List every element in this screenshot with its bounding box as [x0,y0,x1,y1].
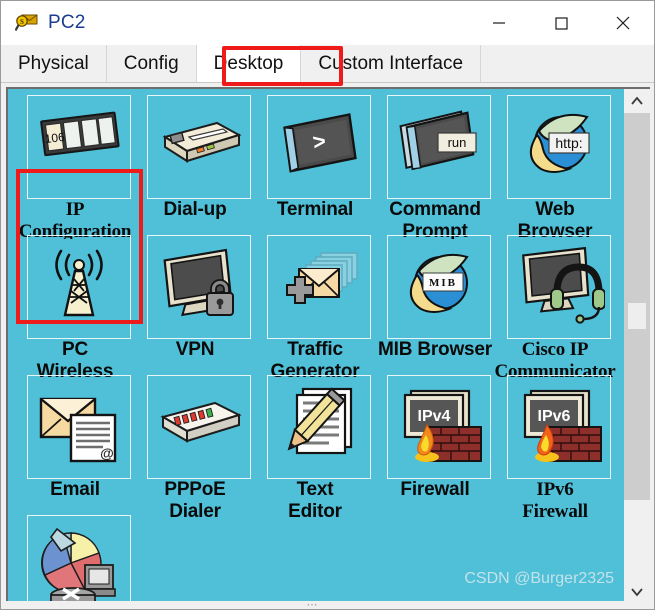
desktop-icon-pppoe-dialer[interactable]: PPPoE Dialer [143,375,263,519]
dial-up-modem-icon [147,95,251,199]
close-button[interactable] [592,1,654,45]
desktop-icon-mib-browser[interactable]: MIB MIB Browser [378,235,503,375]
window-title: PC2 [48,12,86,33]
desktop-icon-text-editor[interactable]: Text Editor [263,375,383,519]
packet-tracer-envelope-icon: S [14,11,39,35]
svg-text:S: S [20,18,24,26]
desktop-icon-ipv6-firewall[interactable]: IPv6 IPv6 Firewall [503,375,623,519]
desktop-icon-area: 106 IP Configuration Dial-up > Terminal … [6,87,624,606]
svg-text:@: @ [100,445,114,461]
tab-desktop[interactable]: Desktop [196,45,302,82]
desktop-icon-label: Dial-up [163,199,227,220]
tab-physical[interactable]: Physical [1,45,107,82]
desktop-icon-dial-up[interactable]: Dial-up [143,95,263,235]
svg-text:run: run [448,135,467,150]
title-bar-left: S PC2 [1,11,86,35]
svg-text:MIB: MIB [429,277,457,289]
svg-text:http:: http: [555,135,582,151]
svg-text:106: 106 [44,130,66,146]
terminal-monitor-icon: > [267,95,371,199]
desktop-icon-label: Terminal [276,199,354,220]
desktop-icon-traffic-monitor[interactable] [23,515,143,604]
desktop-icon-label: Text Editor [288,479,342,519]
ip-configuration-icon: 106 [27,95,131,199]
maximize-button[interactable] [530,1,592,45]
pppoe-dialer-icon [147,375,251,479]
mib-browser-icon: MIB [387,235,491,339]
web-browser-icon: http: [507,95,611,199]
desktop-icon-label: Web Browser [517,199,593,239]
svg-text:IPv4: IPv4 [418,408,451,425]
firewall-ipv4-icon: IPv4 [387,375,491,479]
desktop-icon-label: Traffic Generator [270,339,360,379]
window-bottom-edge: ⋯ [1,600,654,610]
desktop-icon-email[interactable]: @ Email [23,375,143,515]
desktop-icon-label: MIB Browser [378,339,492,360]
tab-strip-filler [481,45,654,82]
desktop-icon-label: IPv6 Firewall [522,479,588,519]
desktop-icon-traffic-generator[interactable]: Traffic Generator [263,235,383,379]
tab-config[interactable]: Config [106,45,197,82]
desktop-icon-label: Email [50,479,100,500]
desktop-icon-command-prompt[interactable]: run Command Prompt [383,95,503,239]
scrollbar-thumb[interactable] [628,303,646,329]
svg-text:IPv6: IPv6 [538,408,571,425]
desktop-icon-cisco-ip-communicator[interactable]: Cisco IP Communicator [494,235,623,379]
desktop-icon-ip-configuration[interactable]: 106 IP Configuration [19,95,143,239]
desktop-icon-label: PPPoE Dialer [164,479,226,519]
command-prompt-icon: run [387,95,491,199]
desktop-icon-web-browser[interactable]: http: Web Browser [503,95,623,239]
desktop-vertical-scrollbar[interactable] [624,87,650,606]
desktop-panel: 106 IP Configuration Dial-up > Terminal … [1,83,654,609]
desktop-icon-terminal[interactable]: > Terminal [263,95,383,235]
traffic-generator-envelopes-icon [267,235,371,339]
desktop-icon-vpn[interactable]: VPN [143,235,263,375]
packet-tracer-device-window: S PC2 Physical Config Desktop Custom Int… [0,0,655,610]
minimize-button[interactable] [468,1,530,45]
tab-custom-interface[interactable]: Custom Interface [301,45,482,82]
scrollbar-track[interactable] [624,113,650,580]
desktop-icon-label: VPN [175,339,215,360]
desktop-icon-label: IP Configuration [18,199,132,239]
traffic-monitor-piechart-icon [27,515,131,604]
scrollbar-track-lower[interactable] [624,500,650,580]
desktop-icon-pc-wireless[interactable]: PC Wireless [23,235,143,379]
desktop-icon-firewall[interactable]: IPv4 Firewall [383,375,503,515]
pc-wireless-antenna-icon [27,235,131,339]
text-editor-pencil-icon [267,375,371,479]
desktop-icon-label: PC Wireless [36,339,114,379]
cisco-ip-communicator-icon [507,235,611,339]
resize-grip[interactable]: ⋯ [301,600,323,610]
firewall-ipv6-icon: IPv6 [507,375,611,479]
email-envelope-icon: @ [27,375,131,479]
desktop-icon-label: Command Prompt [389,199,481,239]
scroll-up-button[interactable] [624,89,650,113]
title-bar: S PC2 [1,1,654,45]
desktop-icon-label: Firewall [400,479,470,500]
vpn-monitor-lock-icon [147,235,251,339]
tab-strip: Physical Config Desktop Custom Interface [1,45,654,86]
desktop-icon-grid: 106 IP Configuration Dial-up > Terminal … [8,89,624,604]
window-controls [468,1,654,45]
desktop-icon-label: Cisco IP Communicator [494,339,616,379]
